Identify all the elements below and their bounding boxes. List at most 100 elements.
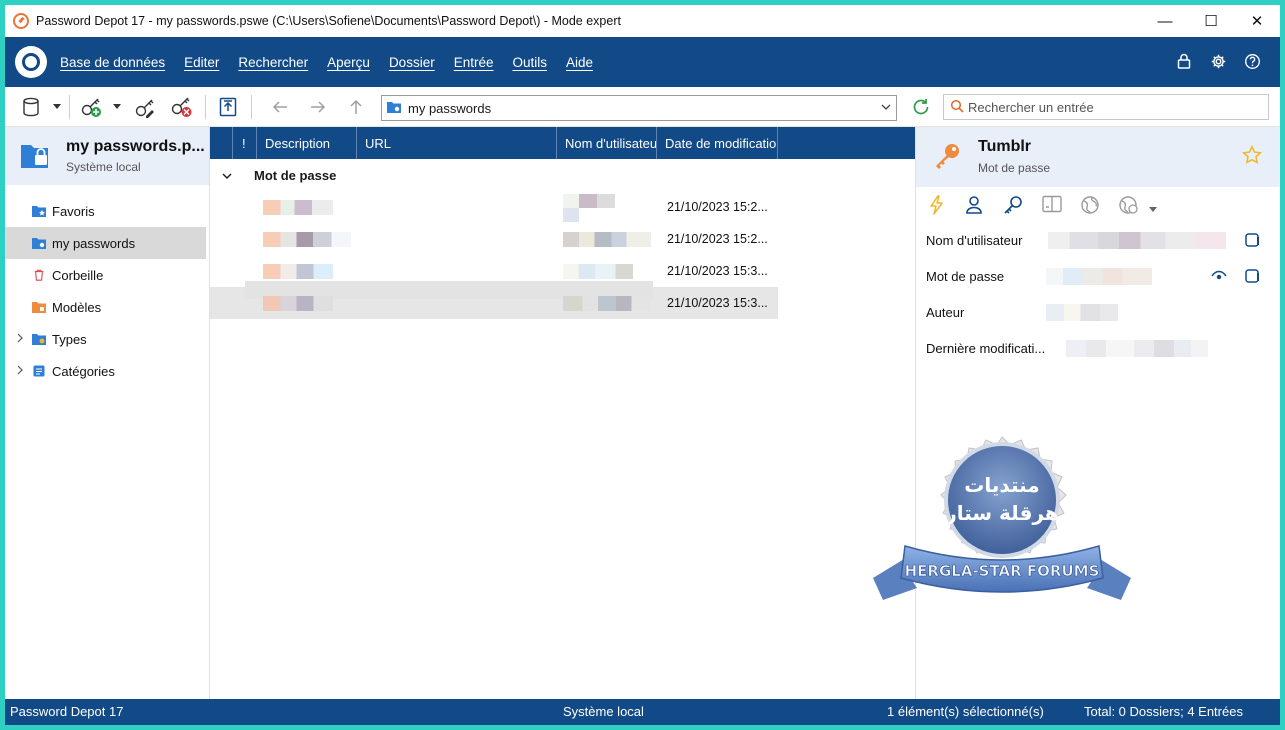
delete-key-icon[interactable] (169, 95, 195, 119)
field-label: Dernière modificati... (926, 341, 1046, 356)
trash-icon (34, 269, 44, 281)
folder-user-icon (387, 101, 401, 116)
field-label: Auteur (926, 305, 965, 320)
menu-dossier[interactable]: Dossier (389, 55, 435, 70)
app-window: Password Depot 17 - my passwords.pswe (C… (5, 5, 1280, 725)
browser-dropdown-icon[interactable] (1149, 201, 1157, 216)
redacted-description (263, 200, 333, 215)
row-date: 21/10/2023 15:2... (667, 232, 768, 246)
group-row[interactable]: Mot de passe (210, 159, 915, 191)
chevron-down-icon[interactable] (222, 168, 232, 183)
database-name: my passwords.p... (66, 138, 205, 155)
edit-key-icon[interactable] (132, 95, 158, 119)
globe-browser-icon[interactable] (1118, 195, 1140, 218)
tree-item-favoris[interactable]: Favoris (5, 195, 209, 227)
favorite-star-icon[interactable] (1242, 145, 1262, 165)
redacted-username (563, 232, 651, 247)
search-box[interactable] (943, 94, 1269, 120)
watermark-arabic-1: منتديات (964, 473, 1039, 497)
field-label: Mot de passe (926, 269, 1005, 284)
minimize-button[interactable]: — (1142, 5, 1188, 37)
col-important[interactable]: ! (233, 127, 257, 159)
grid-header: ! Description URL Nom d'utilisateur Date… (210, 127, 915, 159)
redacted-description (263, 264, 333, 279)
menu-entree[interactable]: Entrée (454, 55, 494, 70)
status-total: Total: 0 Dossiers; 4 Entrées (1084, 704, 1243, 719)
search-input[interactable] (968, 99, 1258, 115)
copy-icon[interactable] (1244, 232, 1260, 251)
tree-item-label: my passwords (52, 235, 136, 251)
toolbar: my passwords (5, 87, 1280, 127)
app-logo[interactable] (15, 46, 47, 78)
key-icon (936, 144, 959, 169)
database-dropdown-icon[interactable] (53, 104, 61, 109)
globe-icon[interactable] (1080, 195, 1100, 218)
help-icon[interactable] (1242, 51, 1262, 71)
field-last-modified: Dernière modificati... (916, 331, 1280, 367)
user-icon[interactable] (965, 195, 983, 218)
table-row[interactable]: 21/10/2023 15:2... (210, 223, 915, 255)
chevron-down-icon[interactable] (880, 100, 892, 117)
database-icon[interactable] (18, 95, 44, 119)
tree-item-label: Types (52, 331, 87, 347)
menu-base-de-donnees[interactable]: Base de données (60, 55, 165, 70)
redacted-description (263, 296, 333, 311)
status-bar: Password Depot 17 Système local 1 élémen… (5, 699, 1280, 725)
field-password: Mot de passe (916, 259, 1280, 295)
back-arrow-icon[interactable] (267, 95, 293, 119)
entries-grid: ! Description URL Nom d'utilisateur Date… (210, 127, 915, 699)
add-entry-dropdown-icon[interactable] (113, 104, 121, 109)
status-selection: 1 élément(s) sélectionné(s) (887, 704, 1044, 719)
table-row-selected[interactable]: 21/10/2023 15:3... (210, 281, 778, 319)
tree-item-types[interactable]: Types (5, 323, 209, 355)
up-arrow-icon[interactable] (343, 95, 369, 119)
col-modified-date[interactable]: Date de modification (657, 127, 778, 159)
maximize-button[interactable]: ☐ (1188, 5, 1234, 37)
chevron-right-icon[interactable] (16, 365, 24, 378)
tree-item-label: Catégories (52, 363, 115, 379)
settings-gear-icon[interactable] (1208, 51, 1228, 71)
refresh-icon[interactable] (908, 95, 934, 119)
add-entry-icon[interactable] (79, 95, 105, 119)
status-location: Système local (563, 704, 644, 719)
chevron-right-icon[interactable] (16, 333, 24, 346)
col-url[interactable]: URL (357, 127, 557, 159)
forward-arrow-icon[interactable] (305, 95, 331, 119)
watermark-ribbon-text: HERGLA-STAR FORUMS (905, 562, 1100, 580)
search-icon (950, 99, 964, 116)
lightning-autofill-icon[interactable] (928, 195, 946, 218)
menu-bar: Base de données Editer Rechercher Aperçu… (5, 37, 1280, 87)
path-combobox[interactable]: my passwords (381, 95, 897, 121)
col-username[interactable]: Nom d'utilisateur (557, 127, 657, 159)
col-description[interactable]: Description (257, 127, 357, 159)
field-author: Auteur (916, 295, 1280, 331)
table-row[interactable]: 21/10/2023 15:2... (210, 191, 915, 223)
sidebar: my passwords.p... Système local Favoris … (5, 127, 210, 699)
details-toolbar (916, 187, 1280, 223)
redacted-username (563, 296, 651, 311)
eye-show-password-icon[interactable] (1211, 270, 1227, 285)
open-url-window-icon[interactable] (1042, 195, 1062, 216)
field-label: Nom d'utilisateur (926, 233, 1023, 248)
menu-outils[interactable]: Outils (512, 55, 547, 70)
tree-item-categories[interactable]: Catégories (5, 355, 209, 387)
tree-item-label: Corbeille (52, 267, 104, 283)
database-header[interactable]: my passwords.p... Système local (5, 127, 209, 185)
path-text: my passwords (408, 100, 492, 116)
tree-item-my-passwords[interactable]: my passwords (5, 227, 206, 259)
menu-aide[interactable]: Aide (566, 55, 593, 70)
export-upload-icon[interactable] (215, 95, 241, 119)
tree-item-label: Favoris (52, 203, 95, 219)
close-button[interactable]: ✕ (1234, 5, 1280, 37)
tree-item-corbeille[interactable]: Corbeille (5, 259, 209, 291)
menu-rechercher[interactable]: Rechercher (238, 55, 308, 70)
menu-editer[interactable]: Editer (184, 55, 219, 70)
tree-item-modeles[interactable]: Modèles (5, 291, 209, 323)
lock-icon[interactable] (1174, 51, 1194, 71)
entry-type: Mot de passe (978, 161, 1051, 175)
menu-apercu[interactable]: Aperçu (327, 55, 370, 70)
copy-icon[interactable] (1244, 268, 1260, 287)
group-label: Mot de passe (254, 167, 337, 183)
app-icon (13, 13, 29, 29)
copy-password-key-icon[interactable] (1003, 195, 1023, 218)
